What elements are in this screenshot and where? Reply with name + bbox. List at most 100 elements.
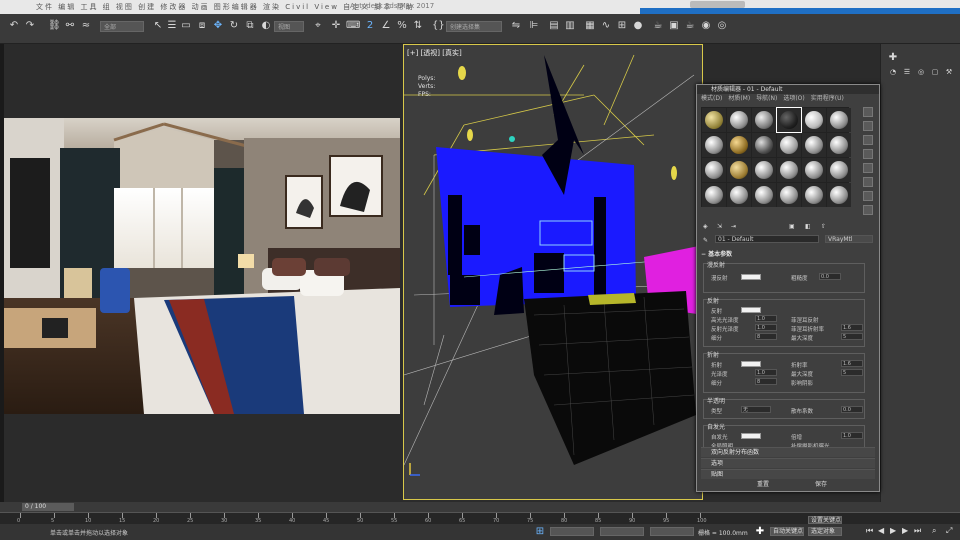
sample-slot[interactable] (827, 108, 851, 132)
manipulate-icon[interactable]: ✛ (330, 20, 342, 32)
material-type-button[interactable]: VRayMtl (825, 235, 873, 243)
refl-max-depth-spinner[interactable]: 5 (841, 333, 863, 340)
sample-slot[interactable] (752, 133, 776, 157)
render-production-icon[interactable]: ☕ (684, 20, 696, 32)
sample-slot[interactable] (702, 133, 726, 157)
get-material-icon[interactable]: ◈ (703, 221, 708, 232)
sample-slot[interactable] (827, 183, 851, 207)
sample-slot[interactable] (702, 183, 726, 207)
uv-tiling-icon[interactable] (863, 149, 873, 159)
sample-slot[interactable] (727, 158, 751, 182)
material-editor-icon[interactable]: ● (632, 20, 644, 32)
rollout-options[interactable]: 选项 (701, 458, 875, 468)
refr-subdivs-spinner[interactable]: 8 (755, 378, 777, 385)
fresnel-ior-spinner[interactable]: 1.6 (841, 324, 863, 331)
show-end-result-icon[interactable]: ◧ (805, 221, 811, 232)
redo-icon[interactable]: ↷ (24, 20, 36, 32)
refr-max-depth-spinner[interactable]: 5 (841, 369, 863, 376)
sample-slot[interactable] (727, 133, 751, 157)
sample-slot[interactable] (827, 158, 851, 182)
menu-mode[interactable]: 模式(D) (701, 94, 722, 104)
translucency-type-select[interactable]: 无 (741, 406, 771, 413)
unlink-icon[interactable]: ⚯ (64, 20, 76, 32)
background-icon[interactable] (863, 135, 873, 145)
show-map-icon[interactable]: ▣ (789, 221, 795, 232)
material-editor-window[interactable]: 材质编辑器 - 01 - Default 模式(D) 材质(M) 导航(N) 选… (696, 84, 880, 492)
self-illum-color-swatch[interactable] (741, 433, 761, 439)
menu-options[interactable]: 选项(O) (783, 94, 804, 104)
move-icon[interactable]: ✥ (212, 20, 224, 32)
time-slider[interactable]: 0 / 100 (0, 502, 960, 512)
render-iterative-icon[interactable]: ◎ (716, 20, 728, 32)
rollout-maps[interactable]: 贴图 (701, 469, 875, 479)
search-box[interactable] (690, 1, 745, 8)
pivot-icon[interactable]: ⌖ (312, 20, 324, 32)
y-coordinate-field[interactable] (600, 527, 644, 536)
sample-type-icon[interactable] (863, 107, 873, 117)
multiplier-spinner[interactable]: 1.0 (841, 432, 863, 439)
sample-slot[interactable] (802, 183, 826, 207)
material-name-input[interactable]: 01 - Default (715, 235, 819, 243)
video-color-check-icon[interactable] (863, 163, 873, 173)
display-tab-icon[interactable]: ▢ (929, 66, 941, 78)
eyedropper-icon[interactable]: ✎ (703, 235, 708, 246)
curve-editor-icon[interactable]: ∿ (600, 20, 612, 32)
sample-slot[interactable] (802, 133, 826, 157)
keyboard-shortcut-icon[interactable]: ⌨ (346, 20, 360, 32)
schematic-view-icon[interactable]: ⊞ (616, 20, 628, 32)
link-icon[interactable]: ⛓ (48, 20, 61, 32)
motion-tab-icon[interactable]: ◎ (915, 66, 927, 78)
set-key-button[interactable]: 设置关键点 (808, 516, 842, 524)
diffuse-color-swatch[interactable] (741, 274, 761, 280)
rendered-frame-window-icon[interactable]: ▣ (668, 20, 680, 32)
backlight-icon[interactable] (863, 121, 873, 131)
scale-icon[interactable]: ⧉ (244, 20, 256, 32)
hierarchy-tab-icon[interactable]: ☰ (901, 66, 913, 78)
modify-tab-icon[interactable]: ◔ (887, 66, 899, 78)
rollout-brdf[interactable]: 双向反射分布函数 (701, 447, 875, 457)
selection-filter[interactable]: 全部 (100, 21, 144, 32)
go-to-end-icon[interactable]: ⏭ (914, 527, 922, 535)
sample-slot-active[interactable] (776, 107, 802, 133)
sample-slot[interactable] (727, 183, 751, 207)
refl-gloss-spinner[interactable]: 1.0 (755, 324, 777, 331)
sample-slot[interactable] (802, 108, 826, 132)
maximize-viewport-icon[interactable]: ⤢ (946, 527, 954, 535)
menu-material[interactable]: 材质(M) (728, 94, 750, 104)
options-icon[interactable] (863, 191, 873, 201)
scene-explorer-icon[interactable]: ▤ (548, 20, 560, 32)
play-icon[interactable]: ▶ (890, 527, 898, 535)
reflect-color-swatch[interactable] (741, 307, 761, 313)
perspective-viewport[interactable]: [+] [透视] [真实] Polys: Verts: FPS: (403, 44, 703, 500)
assign-material-icon[interactable]: ⇥ (731, 221, 736, 232)
snap-toggle-icon[interactable]: 2 (364, 20, 376, 32)
utilities-tab-icon[interactable]: ⚒ (943, 66, 955, 78)
sample-slot[interactable] (752, 108, 776, 132)
sample-slot[interactable] (827, 133, 851, 157)
reset-button[interactable]: 重置 (757, 480, 769, 490)
zoom-icon[interactable]: ⌕ (932, 527, 940, 535)
put-to-scene-icon[interactable]: ⇲ (717, 221, 722, 232)
graphite-toolbar-icon[interactable]: ▦ (584, 20, 596, 32)
ior-spinner[interactable]: 1.6 (841, 360, 863, 367)
render-active-icon[interactable]: ◉ (700, 20, 712, 32)
sample-slot[interactable] (752, 183, 776, 207)
refr-gloss-spinner[interactable]: 1.0 (755, 369, 777, 376)
material-editor-title[interactable]: 材质编辑器 - 01 - Default (697, 85, 879, 94)
render-setup-icon[interactable]: ☕ (652, 20, 664, 32)
layer-explorer-icon[interactable]: ▥ (564, 20, 576, 32)
z-coordinate-field[interactable] (650, 527, 694, 536)
add-time-tag-icon[interactable]: ✚ (754, 526, 766, 538)
sample-slot[interactable] (802, 158, 826, 182)
named-selection-set[interactable]: 创建选择集 (446, 21, 502, 32)
selection-lock-icon[interactable]: ⊞ (534, 526, 546, 538)
go-to-parent-icon[interactable]: ⇧ (821, 221, 826, 232)
render-preview[interactable] (4, 118, 400, 414)
percent-snap-icon[interactable]: % (396, 20, 408, 32)
next-frame-icon[interactable]: ▶ (902, 527, 910, 535)
basic-params-header[interactable]: − 基本参数 (701, 249, 875, 260)
create-tab-icon[interactable]: ✚ (887, 52, 899, 64)
sample-slot[interactable] (752, 158, 776, 182)
time-slider-frame[interactable]: 0 / 100 (22, 503, 74, 511)
refl-subdivs-spinner[interactable]: 8 (755, 333, 777, 340)
